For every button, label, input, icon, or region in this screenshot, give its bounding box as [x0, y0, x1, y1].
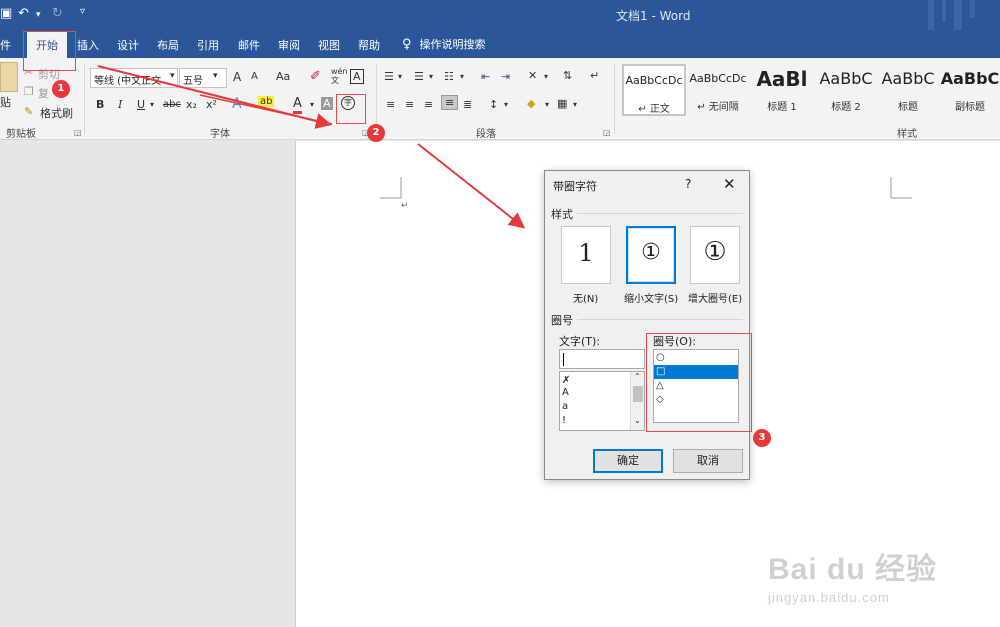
annotation-badge: 3 [753, 429, 771, 447]
annotation-arrows [97, 65, 526, 229]
annotation-badge: 2 [367, 124, 385, 142]
annotation-arrow [417, 143, 526, 229]
annotation-badge: 1 [52, 80, 70, 98]
annotation-arrow [199, 94, 333, 125]
